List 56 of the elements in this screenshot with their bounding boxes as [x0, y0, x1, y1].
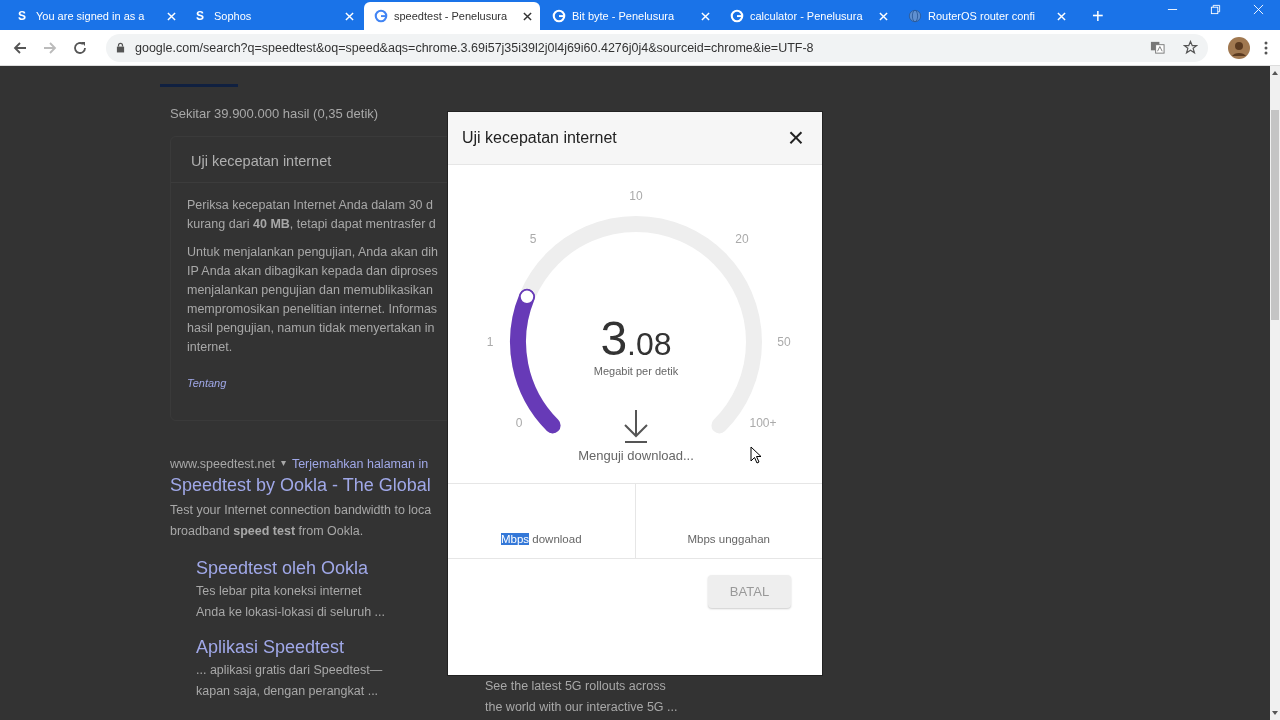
result-label: Mbps unggahan	[687, 533, 770, 545]
google-icon	[730, 9, 744, 23]
status-text: Menguji download...	[578, 448, 694, 463]
restore-icon[interactable]	[1210, 3, 1221, 15]
site-icon: S	[18, 9, 30, 23]
about-link[interactable]: Tentang	[187, 377, 227, 389]
paragraph: Periksa kecepatan Internet Anda dalam 30 d kurang dari 40 MB, tetapi dapat mentrasfer d	[187, 197, 436, 233]
speed-value: 3.08	[600, 312, 672, 365]
result-label: Mbps download	[500, 533, 582, 545]
speed-unit: Megabit per detik	[593, 365, 679, 377]
scroll-thumb[interactable]	[1271, 110, 1279, 320]
sitelink[interactable]: Aplikasi Speedtest	[196, 637, 345, 658]
scale-label: 5	[529, 232, 537, 246]
scrollbar[interactable]	[1270, 66, 1280, 720]
scale-label: 0	[515, 416, 523, 430]
result-url: www.speedtest.net	[170, 457, 275, 471]
star-icon[interactable]	[1183, 40, 1198, 55]
translate-link[interactable]: Terjemahkan halaman in	[291, 457, 429, 471]
result-title[interactable]: Speedtest by Ookla - The Global	[170, 475, 431, 496]
browser-tab[interactable]: speedtest - Penelusura	[364, 2, 540, 30]
lock-icon	[116, 42, 125, 53]
sitelink[interactable]: Speedtest oleh Ookla	[196, 558, 369, 579]
reload-icon[interactable]	[72, 39, 88, 56]
avatar-icon[interactable]	[1228, 36, 1250, 59]
browser-tab[interactable]: calculator - Penelusura	[720, 2, 896, 30]
scale-label: 10	[629, 189, 643, 203]
address-bar[interactable]: google.com/search?q=speedtest&oq=speed&aqs=chrome.3.69i57j35i39l2j0l4j69i60.4276j0j4&sourceid=chrome&ie=UTF-8	[106, 33, 1208, 62]
google-icon	[374, 9, 388, 23]
browser-tab[interactable]: RouterOS router confi	[898, 2, 1074, 30]
result-snippet: Test your Internet connection bandwidth to loca broadband speed test from Ookla.	[170, 502, 432, 540]
back-icon[interactable]	[12, 39, 28, 56]
result-stats: Sekitar 39.900.000 hasil (0,35 detik)	[170, 106, 380, 121]
sitelink-snippet: See the latest 5G rollouts across the world with our interactive 5G ...	[485, 678, 678, 716]
browser-tab[interactable]: Bit byte - Penelusura	[542, 2, 718, 30]
download-icon	[624, 409, 648, 443]
browser-tab[interactable]: S You are signed in as a	[8, 2, 184, 30]
scale-label: 100+	[749, 416, 777, 430]
pointer-icon	[750, 446, 762, 464]
sitelink-snippet: ... aplikasi gratis dari Speedtest— kapan saja, dengan perangkat ...	[196, 662, 383, 700]
scale-label: 20	[735, 232, 749, 246]
scroll-up-icon[interactable]	[1271, 70, 1279, 76]
caret-icon[interactable]: ▾	[280, 457, 286, 471]
paragraph: Untuk menjalankan pengujian, Anda akan dih IP Anda akan dibagikan kepada dan diproses menjalankan pengujian dan memublikasikan mempromosikan penelitian internet. Informas hasil pengujian, namun tidak menyertakan in internet.	[187, 244, 438, 356]
globe-icon	[908, 9, 922, 23]
sitelink-snippet: Tes lebar pita koneksi internet Anda ke lokasi-lokasi di seluruh ...	[196, 583, 385, 621]
scale-label: 50	[777, 335, 791, 349]
site-icon: S	[196, 9, 208, 23]
google-icon	[552, 9, 566, 23]
close-button[interactable]: ×	[783, 124, 808, 152]
scroll-down-icon[interactable]	[1271, 710, 1279, 716]
translate-icon[interactable]	[1150, 40, 1165, 55]
browser-tab[interactable]: S Sophos	[186, 2, 362, 30]
close-icon[interactable]	[523, 11, 532, 21]
scale-label: 1	[486, 335, 494, 349]
new-tab-button[interactable]: +	[1086, 2, 1110, 30]
menu-icon[interactable]	[1264, 39, 1268, 56]
